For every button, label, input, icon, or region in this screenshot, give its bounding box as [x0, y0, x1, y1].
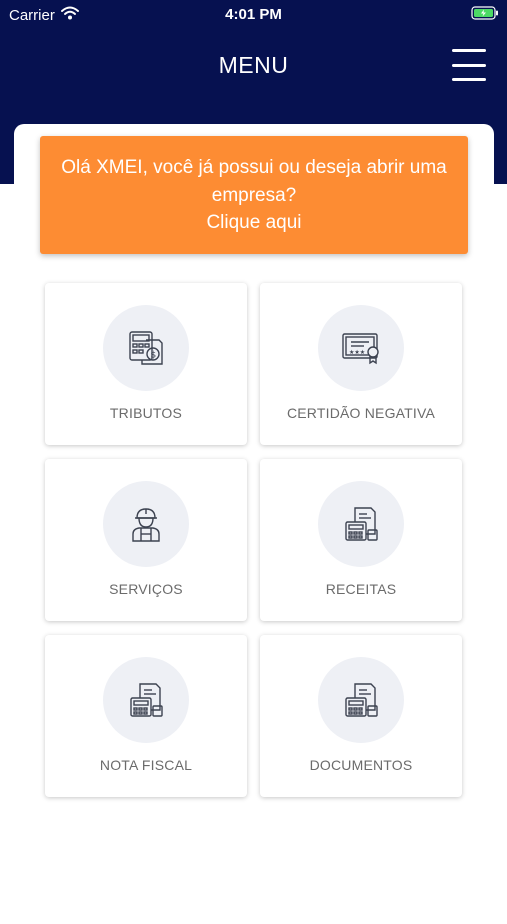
receipt-calculator-icon [345, 507, 378, 541]
menu-card-certidao-negativa[interactable]: ★★★ CERTIDÃO NEGATIVA [260, 283, 462, 445]
menu-card-tributos[interactable]: $ TRIBUTOS [45, 283, 247, 445]
hamburger-menu-icon[interactable] [452, 49, 486, 81]
card-icon-circle [103, 657, 189, 743]
menu-line [452, 63, 486, 67]
menu-line [452, 49, 486, 52]
card-label: CERTIDÃO NEGATIVA [286, 405, 436, 421]
certificate-icon: ★★★ [342, 333, 379, 365]
open-company-banner[interactable]: Olá XMEI, você já possui ou deseja abrir… [40, 136, 468, 254]
status-bar: Carrier 4:01 PM [0, 0, 507, 28]
card-icon-circle: ★★★ [318, 305, 404, 391]
documents-calculator-icon [345, 683, 378, 717]
card-icon-circle [103, 481, 189, 567]
card-icon-circle: $ [103, 305, 189, 391]
card-label: NOTA FISCAL [99, 757, 193, 773]
menu-card-documentos[interactable]: DOCUMENTOS [260, 635, 462, 797]
invoice-calculator-icon [130, 683, 163, 717]
card-icon-circle [318, 657, 404, 743]
battery-icon [471, 6, 499, 24]
banner-cta-link[interactable]: Clique aqui [40, 212, 468, 234]
menu-card-servicos[interactable]: SERVIÇOS [45, 459, 247, 621]
card-label: SERVIÇOS [109, 581, 183, 597]
status-time: 4:01 PM [225, 6, 282, 23]
menu-card-nota-fiscal[interactable]: NOTA FISCAL [45, 635, 247, 797]
svg-text:★★★: ★★★ [349, 349, 365, 356]
tax-calculator-icon: $ [129, 331, 163, 365]
card-label: DOCUMENTOS [309, 757, 413, 773]
svg-text:$: $ [151, 351, 157, 361]
menu-line [452, 78, 486, 81]
card-icon-circle [318, 481, 404, 567]
worker-icon [132, 508, 160, 542]
menu-card-receitas[interactable]: RECEITAS [260, 459, 462, 621]
page-title: MENU [218, 52, 289, 78]
banner-message: Olá XMEI, você já possui ou deseja abrir… [61, 157, 447, 206]
card-label: RECEITAS [325, 581, 397, 597]
card-label: TRIBUTOS [109, 405, 183, 421]
